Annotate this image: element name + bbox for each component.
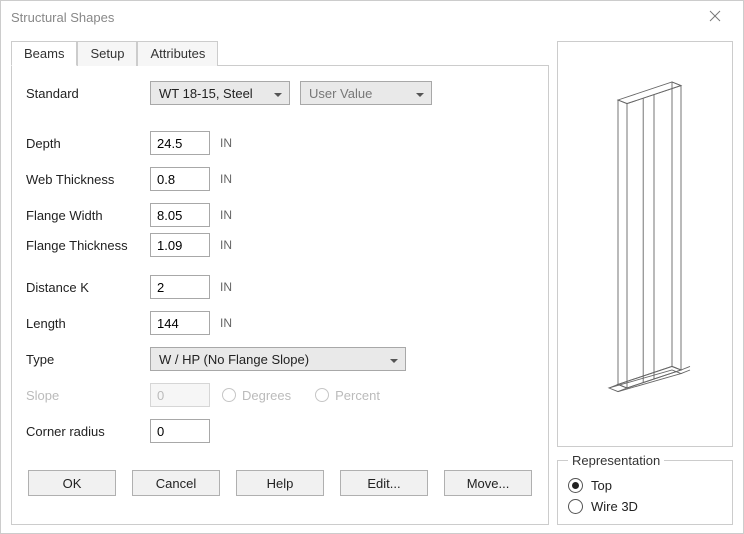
- chevron-down-icon: [273, 88, 283, 98]
- length-input[interactable]: [150, 311, 210, 335]
- slope-percent-label: Percent: [335, 388, 380, 403]
- slope-degrees-label: Degrees: [242, 388, 291, 403]
- slope-input: [150, 383, 210, 407]
- unit-flange-width: IN: [220, 208, 240, 222]
- edit-button[interactable]: Edit...: [340, 470, 428, 496]
- tab-setup[interactable]: Setup: [77, 41, 137, 66]
- depth-input[interactable]: [150, 131, 210, 155]
- flange-width-input[interactable]: [150, 203, 210, 227]
- representation-top-radio[interactable]: Top: [568, 478, 722, 493]
- row-corner-radius: Corner radius: [26, 418, 534, 444]
- tab-strip: Beams Setup Attributes: [11, 41, 549, 66]
- representation-wire3d-radio[interactable]: Wire 3D: [568, 499, 722, 514]
- help-button[interactable]: Help: [236, 470, 324, 496]
- row-length: Length IN: [26, 310, 534, 336]
- row-web-thickness: Web Thickness IN: [26, 166, 534, 192]
- label-web-thickness: Web Thickness: [26, 172, 150, 187]
- label-corner-radius: Corner radius: [26, 424, 150, 439]
- left-column: Beams Setup Attributes Standard WT 18-15…: [11, 41, 549, 525]
- representation-wire3d-label: Wire 3D: [591, 499, 638, 514]
- radio-circle-icon: [568, 499, 583, 514]
- chevron-down-icon: [415, 88, 425, 98]
- ok-button[interactable]: OK: [28, 470, 116, 496]
- titlebar: Structural Shapes: [1, 1, 743, 33]
- distance-k-input[interactable]: [150, 275, 210, 299]
- window-title: Structural Shapes: [11, 10, 114, 25]
- unit-length: IN: [220, 316, 240, 330]
- slope-unit-radios: Degrees Percent: [222, 388, 380, 403]
- standard-select[interactable]: WT 18-15, Steel: [150, 81, 290, 105]
- dialog-structural-shapes: Structural Shapes Beams Setup Attributes…: [0, 0, 744, 534]
- label-standard: Standard: [26, 86, 150, 101]
- dialog-body: Beams Setup Attributes Standard WT 18-15…: [1, 33, 743, 533]
- slope-degrees-radio: Degrees: [222, 388, 291, 403]
- unit-flange-thickness: IN: [220, 238, 240, 252]
- label-length: Length: [26, 316, 150, 331]
- cancel-button[interactable]: Cancel: [132, 470, 220, 496]
- move-button[interactable]: Move...: [444, 470, 532, 496]
- unit-web-thickness: IN: [220, 172, 240, 186]
- row-slope: Slope Degrees Percent: [26, 382, 534, 408]
- row-distance-k: Distance K IN: [26, 274, 534, 300]
- radio-circle-icon: [222, 388, 236, 402]
- radio-circle-icon: [568, 478, 583, 493]
- preview-pane: [557, 41, 733, 447]
- flange-thickness-input[interactable]: [150, 233, 210, 257]
- beam-3d-icon: [564, 48, 726, 440]
- type-select[interactable]: W / HP (No Flange Slope): [150, 347, 406, 371]
- close-button[interactable]: [695, 4, 735, 30]
- type-select-value: W / HP (No Flange Slope): [159, 352, 309, 367]
- label-depth: Depth: [26, 136, 150, 151]
- radio-circle-icon: [315, 388, 329, 402]
- unit-distance-k: IN: [220, 280, 240, 294]
- label-flange-width: Flange Width: [26, 208, 150, 223]
- button-row: OK Cancel Help Edit... Move...: [26, 462, 534, 496]
- label-slope: Slope: [26, 388, 150, 403]
- tab-beams[interactable]: Beams: [11, 41, 77, 66]
- row-flange-thickness: Flange Thickness IN: [26, 232, 534, 258]
- representation-legend: Representation: [568, 453, 664, 468]
- tab-attributes[interactable]: Attributes: [137, 41, 218, 66]
- row-flange-width: Flange Width IN: [26, 202, 534, 228]
- web-thickness-input[interactable]: [150, 167, 210, 191]
- row-depth: Depth IN: [26, 130, 534, 156]
- row-standard: Standard WT 18-15, Steel User Value: [26, 80, 534, 106]
- right-column: Representation Top Wire 3D: [557, 41, 733, 525]
- slope-percent-radio: Percent: [315, 388, 380, 403]
- user-value-select[interactable]: User Value: [300, 81, 432, 105]
- close-icon: [709, 10, 721, 25]
- label-distance-k: Distance K: [26, 280, 150, 295]
- unit-depth: IN: [220, 136, 240, 150]
- representation-group: Representation Top Wire 3D: [557, 453, 733, 525]
- label-flange-thickness: Flange Thickness: [26, 238, 150, 253]
- corner-radius-input[interactable]: [150, 419, 210, 443]
- standard-select-value: WT 18-15, Steel: [159, 86, 253, 101]
- tab-panel-beams: Standard WT 18-15, Steel User Value Dept…: [11, 65, 549, 525]
- label-type: Type: [26, 352, 150, 367]
- chevron-down-icon: [389, 354, 399, 364]
- row-type: Type W / HP (No Flange Slope): [26, 346, 534, 372]
- user-value-select-value: User Value: [309, 86, 372, 101]
- representation-top-label: Top: [591, 478, 612, 493]
